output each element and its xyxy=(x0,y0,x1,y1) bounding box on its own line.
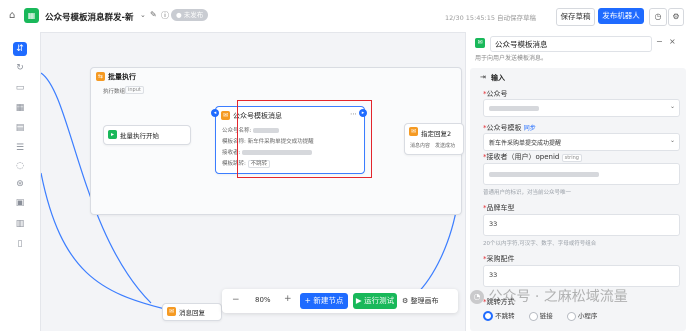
jump-radio-group: 不跳转 链接 小程序 xyxy=(483,310,597,321)
batch-array-tag: input xyxy=(125,86,144,94)
monitor-icon[interactable]: ▣ xyxy=(14,197,26,209)
list-icon[interactable]: ☰ xyxy=(14,142,26,154)
autosave-info: 12/30 15:45:15 自动保存草稿 xyxy=(445,14,537,22)
reply-row-label: 消息内容 xyxy=(410,143,431,149)
card-icon[interactable]: ▭ xyxy=(14,82,26,94)
bottom-node-title: 消息回复 xyxy=(179,309,205,317)
panel-title: 公众号模板消息 xyxy=(495,40,548,49)
add-node-button[interactable]: + 新建节点 xyxy=(300,293,348,309)
status-badge-label: 未发布 xyxy=(183,11,204,19)
highlight-box xyxy=(237,100,372,178)
input-section-icon: ⇥ xyxy=(480,73,486,81)
top-bar: ⌂ ▦ 公众号模板消息群发-新 ⌄ ✎ ⓘ ● 未发布 12/30 15:45:… xyxy=(0,0,686,33)
brand-label: 品牌车型 xyxy=(486,204,515,212)
jump-radio-link[interactable]: 链接 xyxy=(528,311,553,321)
chevron-down-icon[interactable]: ⌄ xyxy=(140,11,146,19)
panel-title-field[interactable]: 公众号模板消息 xyxy=(490,36,652,52)
template-icon: ✉ xyxy=(221,111,230,120)
wechat-icon: ◔ xyxy=(470,290,484,304)
api-icon[interactable]: ⊛ xyxy=(14,178,26,190)
flow-canvas[interactable]: ⇆ 批量执行 执行数组 input ▸ 批量执行开始 ✉ 公众号模板消息 ⋯ 公… xyxy=(41,33,464,331)
batch-start-node[interactable]: ▸ 批量执行开始 xyxy=(103,125,191,145)
receiver-type-tag: string xyxy=(561,154,582,162)
sync-link[interactable]: 同步 xyxy=(524,125,536,132)
account-label: 公众号 xyxy=(486,90,508,98)
reply-icon: ✉ xyxy=(409,127,418,136)
template-label: 公众号模板 xyxy=(486,124,522,132)
jump-option-label: 链接 xyxy=(539,312,553,320)
jump-option-label: 小程序 xyxy=(577,312,598,320)
info-icon[interactable]: ⓘ xyxy=(161,10,169,21)
zoom-level: 80% xyxy=(255,296,271,304)
minimize-icon[interactable]: − xyxy=(656,37,663,46)
chevron-down-icon: ⌄ xyxy=(669,103,675,110)
reply-row-value: 发送成功 xyxy=(435,143,456,149)
batch-icon: ⇆ xyxy=(96,72,105,81)
flow-icon[interactable]: ⇵ xyxy=(13,42,27,56)
bottom-reply-node[interactable]: ✉ 消息回复 xyxy=(162,303,222,321)
redacted-value xyxy=(489,172,599,177)
zoom-out-button[interactable]: − xyxy=(232,295,240,305)
app-logo-icon: ▦ xyxy=(24,8,39,23)
template-select[interactable]: 新车件采购单提交成功提醒 ⌄ xyxy=(483,133,680,151)
test-run-button[interactable]: ▶ 运行测试 xyxy=(353,293,397,309)
redacted-value xyxy=(489,106,539,111)
template-icon: ✉ xyxy=(475,38,485,48)
page-title[interactable]: 公众号模板消息群发-新 xyxy=(45,11,134,23)
table-icon[interactable]: ▥ xyxy=(14,218,26,230)
receiver-label: 接收者（用户）openid xyxy=(486,153,560,161)
close-icon[interactable]: × xyxy=(669,37,676,46)
chat-icon[interactable]: ◌ xyxy=(14,160,26,172)
chevron-down-icon: ⌄ xyxy=(669,137,675,144)
receiver-hint: 普通用户的标识，对当前公众号唯一 xyxy=(483,190,572,196)
batch-start-title: 批量执行开始 xyxy=(120,132,159,140)
batch-node-title: 批量执行 xyxy=(108,73,136,81)
brand-hint: 20个以内字符,可汉字、数字、字母或符号组合 xyxy=(483,241,597,247)
purchase-input[interactable]: 33 xyxy=(483,265,680,287)
jump-option-label: 不跳转 xyxy=(495,312,515,320)
receiver-input[interactable] xyxy=(483,163,680,185)
canvas-toolbar: − 80% + + 新建节点 ▶ 运行测试 ⚙ 整理画布 xyxy=(222,289,458,313)
settings-icon[interactable]: ⚙ xyxy=(668,8,684,26)
loop-icon[interactable]: ↻ xyxy=(14,62,26,74)
left-sidebar: ⇵ ↻ ▭ ▦ ▤ ☰ ◌ ⊛ ▣ ▥ ▯ xyxy=(0,32,41,331)
brand-input[interactable]: 33 xyxy=(483,214,680,236)
reply-icon: ✉ xyxy=(167,307,176,316)
batch-array-label: 执行数组 xyxy=(103,89,126,95)
home-icon[interactable]: ⌂ xyxy=(9,10,15,21)
watermark: ◔ 公众号 · 之麻松域流量 xyxy=(470,286,628,306)
edit-icon[interactable]: ✎ xyxy=(150,10,157,19)
message-icon[interactable]: ▤ xyxy=(14,122,26,134)
jump-radio-none[interactable]: 不跳转 xyxy=(483,311,515,321)
history-icon[interactable]: ◷ xyxy=(649,8,667,26)
save-draft-button[interactable]: 保存草稿 xyxy=(556,8,595,26)
grid-icon[interactable]: ▦ xyxy=(14,102,26,114)
purchase-label: 采购配件 xyxy=(486,255,515,263)
publish-button[interactable]: 发布机器人 xyxy=(598,8,644,24)
reply-node-title: 指定回复2 xyxy=(421,130,452,138)
document-icon[interactable]: ▯ xyxy=(14,238,26,250)
panel-description: 用于向用户发送模板消息。 xyxy=(475,55,548,62)
organize-button[interactable]: ⚙ 整理画布 xyxy=(402,296,439,306)
reply-node[interactable]: ✉ 指定回复2 消息内容 发送成功 xyxy=(404,123,464,155)
account-select[interactable]: ⌄ xyxy=(483,99,680,117)
template-select-value: 新车件采购单提交成功提醒 xyxy=(489,140,562,147)
status-badge: ● 未发布 xyxy=(171,9,209,21)
input-port[interactable]: ◂ xyxy=(211,109,219,117)
jump-radio-miniprogram[interactable]: 小程序 xyxy=(566,311,598,321)
brand-input-value: 33 xyxy=(489,220,498,228)
purchase-input-value: 33 xyxy=(489,271,498,279)
start-icon: ▸ xyxy=(108,130,117,139)
organize-label: 整理画布 xyxy=(410,297,439,305)
watermark-text: 公众号 · 之麻松域流量 xyxy=(488,289,628,305)
zoom-in-button[interactable]: + xyxy=(284,294,292,304)
input-section-title: 输入 xyxy=(491,74,505,82)
